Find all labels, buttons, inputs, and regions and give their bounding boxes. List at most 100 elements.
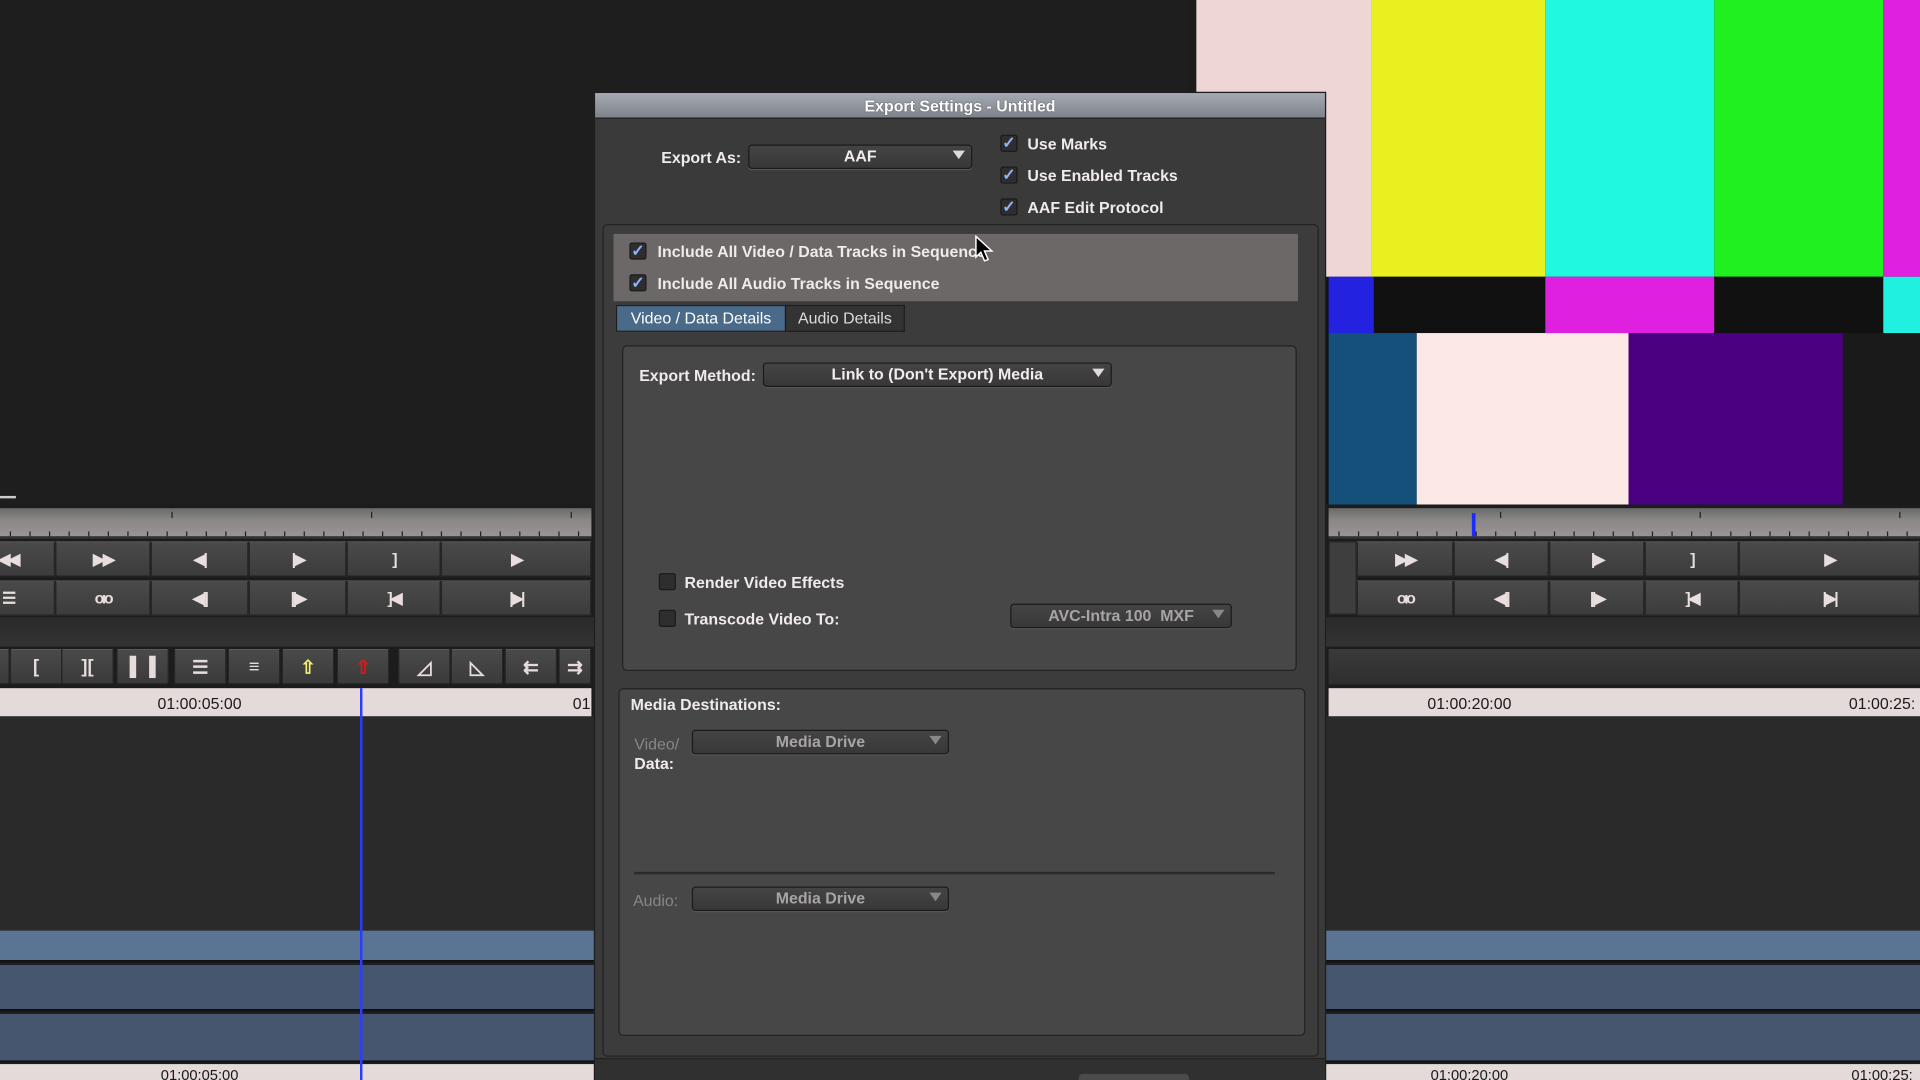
tape-button[interactable]: oıo (1356, 580, 1454, 616)
position-tick (146, 531, 149, 537)
extract-button[interactable]: ⇧ (336, 648, 390, 685)
mark-clip-button[interactable]: ][ (61, 648, 114, 685)
position-tick (107, 531, 109, 537)
position-tick (1612, 531, 1614, 537)
transcode-video-label: Transcode Video To: (684, 609, 840, 629)
splice-left-button[interactable]: ⇇ (504, 648, 558, 685)
timeline-playhead[interactable] (360, 688, 363, 1080)
record-position-bar[interactable] (1328, 508, 1920, 539)
chevron-down-icon (952, 150, 965, 160)
tab-audio-details[interactable]: Audio Details (784, 304, 905, 332)
chevron-down-icon (1212, 609, 1225, 619)
transcode-format-dropdown[interactable]: AVC-Intra 100 MXF (1010, 603, 1232, 629)
position-tick (342, 531, 345, 537)
use-marks-checkbox[interactable]: ✓ (1000, 135, 1018, 152)
position-tick (558, 531, 560, 537)
tape-button[interactable]: oıo (55, 580, 151, 616)
step-forward-10-button[interactable]: ||▶ (248, 580, 347, 616)
go-to-out-button[interactable]: ]◀ (1644, 580, 1739, 616)
audio-destination-label: Audio: (633, 891, 679, 910)
rewind-button[interactable]: ◀◀ (0, 541, 56, 577)
timeline-ruler-right[interactable]: 01:00:20:00 01:00:25: (1328, 688, 1920, 717)
color-bar (1545, 0, 1715, 277)
trim-left-button[interactable]: ◿ (397, 648, 451, 685)
go-to-end-button[interactable]: |▶| (440, 580, 592, 616)
chevron-down-icon (1092, 368, 1105, 378)
position-tick (1338, 531, 1340, 537)
mark-out-button[interactable]: ] (1644, 541, 1739, 577)
timeline-ruler-left[interactable]: 01:00:05:00 01 (0, 688, 592, 717)
clip-list-button[interactable]: ☰ (0, 580, 56, 616)
go-to-out-icon: ]◀ (387, 588, 402, 607)
render-video-effects-checkbox[interactable] (658, 573, 676, 591)
aaf-edit-protocol-checkbox[interactable]: ✓ (1000, 198, 1018, 216)
video-destination-dropdown[interactable]: Media Drive (691, 729, 949, 755)
transcode-format-value: AVC-Intra 100 MXF (1048, 606, 1194, 625)
include-audio-tracks-checkbox[interactable]: ✓ (629, 274, 647, 292)
mark-out-icon: ] (392, 549, 398, 569)
go-to-end-button[interactable]: |▶| (1738, 580, 1920, 616)
position-tick (1514, 531, 1516, 537)
tab-video-data-details[interactable]: Video / Data Details (615, 304, 787, 332)
export-settings-dialog: Export Settings - Untitled Export As: AA… (593, 91, 1327, 1080)
color-bar (1371, 0, 1546, 277)
lift-button[interactable]: ⇧ (281, 648, 335, 685)
audio-destination-value: Media Drive (775, 888, 866, 908)
position-tick (362, 531, 364, 537)
media-destinations-panel: Media Destinations: Video/ Data: Media D… (618, 688, 1306, 1036)
lift-overwrite-button[interactable]: ☰ (173, 648, 227, 685)
color-bar (1416, 333, 1629, 505)
segment-button[interactable]: ≡ (227, 648, 281, 685)
go-to-out-button[interactable]: ]◀ (346, 580, 441, 616)
step-forward-icon: |▶ (1590, 549, 1605, 568)
mouse-cursor-icon (975, 235, 994, 262)
mark-in-icon: [ (33, 656, 40, 678)
fast-forward-icon: ▶▶ (1395, 549, 1417, 568)
step-forward-10-button[interactable]: ||▶ (1548, 580, 1645, 616)
dialog-title[interactable]: Export Settings - Untitled (595, 93, 1325, 119)
include-video-tracks-checkbox[interactable]: ✓ (629, 242, 647, 260)
mark-out-button[interactable]: ] (346, 541, 441, 577)
mark-in-button[interactable]: [ (9, 648, 63, 685)
export-as-dropdown[interactable]: AAF (748, 144, 973, 169)
timecode-label: 01:00:25: (1851, 1066, 1913, 1080)
step-forward-button[interactable]: |▶ (248, 541, 347, 577)
fast-forward-button[interactable]: ▶▶ (55, 541, 151, 577)
position-tick (1357, 531, 1360, 537)
step-back-button[interactable]: ◀| (150, 541, 249, 577)
step-back-icon: ◀| (1495, 549, 1509, 568)
position-tick (1455, 531, 1458, 537)
play-button[interactable]: ▶ (440, 541, 592, 577)
clear-marks-button[interactable]: ▌▐ (116, 648, 169, 685)
step-forward-button[interactable]: |▶ (1548, 541, 1645, 577)
source-position-bar[interactable] (0, 508, 592, 539)
step-forward-10-icon: ||▶ (1589, 588, 1606, 607)
audio-destination-dropdown[interactable]: Media Drive (691, 886, 949, 912)
splice-right-button[interactable]: ⇉ (558, 648, 592, 685)
play-icon: ▶ (1824, 549, 1837, 568)
position-tick (1632, 531, 1634, 537)
use-enabled-tracks-checkbox[interactable]: ✓ (1000, 167, 1018, 184)
step-back-10-button[interactable]: ◀|| (1453, 580, 1549, 616)
step-back-10-button[interactable]: ◀|| (150, 580, 249, 616)
position-tick (29, 531, 31, 537)
color-bar (1714, 0, 1884, 277)
toolbar-empty-area (1328, 648, 1920, 685)
step-back-button[interactable]: ◀| (1453, 541, 1549, 577)
trim-right-button[interactable]: ◺ (450, 648, 504, 685)
export-method-dropdown[interactable]: Link to (Don't Export) Media (762, 362, 1112, 387)
position-tick (1593, 531, 1595, 537)
position-tick (1671, 531, 1673, 537)
position-tick-major (1899, 511, 1901, 518)
position-tick (264, 531, 266, 537)
color-bar (1328, 276, 1374, 334)
position-tick (225, 531, 227, 537)
position-tick (1788, 531, 1791, 537)
fast-forward-button[interactable]: ▶▶ (1356, 541, 1454, 577)
position-tick (1553, 531, 1556, 537)
position-tick (577, 531, 580, 537)
transcode-video-checkbox[interactable] (658, 609, 676, 627)
dialog-footer-button[interactable] (1078, 1073, 1189, 1080)
play-button[interactable]: ▶ (1738, 541, 1920, 577)
video-destination-label-2: Data: (634, 754, 675, 773)
